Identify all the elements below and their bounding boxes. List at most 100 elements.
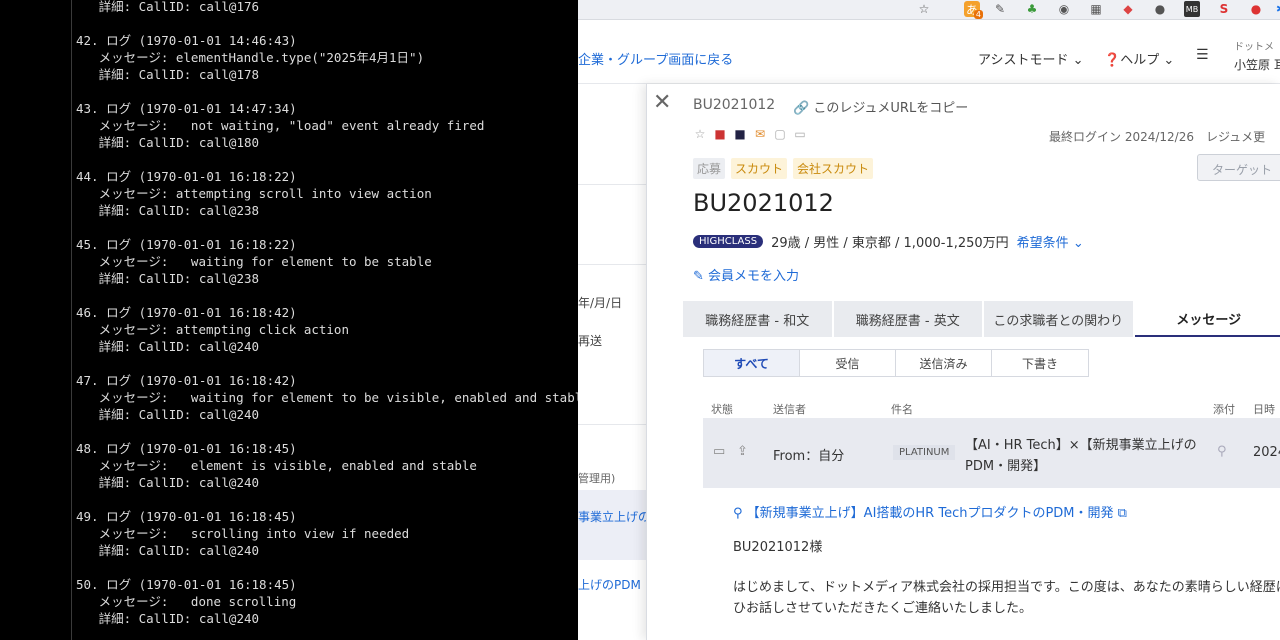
resume-actions: ☆ ■ ■ ✉ ▢ ▭ xyxy=(693,127,807,141)
external-link-icon: ⧉ xyxy=(1117,506,1127,521)
terminal-line: メッセージ: attempting scroll into view actio… xyxy=(76,186,432,201)
camera-icon[interactable]: ◉ xyxy=(1056,1,1072,17)
terminal-line: 詳細: CallID: call@180 xyxy=(76,135,260,150)
extensions-icon[interactable]: ✱ xyxy=(1273,1,1280,17)
pdf-icon[interactable]: ■ xyxy=(713,127,727,141)
background-page: 年/月/日 再送 管理用) 事業立上げの 上げのPDM xyxy=(578,84,650,640)
profile-text: 29歳 / 男性 / 東京都 / 1,000-1,250万円 xyxy=(771,236,1009,251)
mail-icon[interactable]: ✉ xyxy=(753,127,767,141)
message-paragraph: はじめまして、ドットメディア株式会社の採用担当です。この度は、あなたの素晴らしい… xyxy=(733,580,1280,595)
star-icon[interactable]: ☆ xyxy=(693,127,707,141)
terminal-line: 45. ログ (1970-01-01 16:18:22) xyxy=(76,237,297,252)
target-button[interactable]: ターゲット xyxy=(1197,154,1280,181)
browser-toolbar-strip: ☆ あ4 ✎ ♣ ◉ ▦ ◆ ● MB S ● ✱ xyxy=(578,0,1280,20)
divider xyxy=(578,184,646,185)
app-header: 企業・グループ画面に戻る アシストモード ⌄ ❓ヘルプ ⌄ ☰ ドットメ 小笠原… xyxy=(578,20,1280,84)
column-status: 状態 xyxy=(711,403,733,416)
message-sender: From：自分 xyxy=(773,449,845,464)
resume-id: BU2021012 xyxy=(693,97,776,113)
color-icon[interactable]: ◆ xyxy=(1120,1,1136,17)
terminal-line: 43. ログ (1970-01-01 14:47:34) xyxy=(76,101,297,116)
column-date: 日時 xyxy=(1253,403,1275,416)
browser-window[interactable]: ☆ あ4 ✎ ♣ ◉ ▦ ◆ ● MB S ● ✱ 企業・グループ画面に戻る ア… xyxy=(578,0,1280,640)
subtab-all[interactable]: すべて xyxy=(704,350,800,376)
job-link-2[interactable]: 上げのPDM xyxy=(578,576,641,593)
record-icon[interactable]: ● xyxy=(1248,1,1264,17)
chevron-down-icon: ⌄ xyxy=(1072,53,1084,68)
terminal-line: 詳細: CallID: call@238 xyxy=(76,203,260,218)
star-icon[interactable]: ☆ xyxy=(916,1,932,17)
terminal-line: 詳細: CallID: call@240 xyxy=(76,407,260,422)
resume-drawer: ✕ BU2021012 🔗 このレジュメURLをコピー ☆ ■ ■ ✉ ▢ ▭ … xyxy=(646,84,1280,640)
terminal-line: 詳細: CallID: call@238 xyxy=(76,271,260,286)
job-link-1[interactable]: 事業立上げの xyxy=(578,508,650,525)
terminal-line: メッセージ: elementHandle.type("2025年4月1日") xyxy=(76,50,425,65)
last-login: 最終ログイン 2024/12/26 レジュメ更 xyxy=(1049,130,1266,144)
divider xyxy=(578,424,646,425)
subtab-sent[interactable]: 送信済み xyxy=(896,350,992,376)
close-icon[interactable]: ✕ xyxy=(653,92,671,114)
note-icon[interactable]: ▢ xyxy=(773,127,787,141)
status-tags: 応募 スカウト 会社スカウト xyxy=(693,158,874,179)
subtab-drafts[interactable]: 下書き xyxy=(992,350,1088,376)
platinum-badge: PLATINUM xyxy=(893,445,956,460)
tab-relations[interactable]: この求職者との関わり xyxy=(984,301,1133,337)
grid-icon[interactable]: ▦ xyxy=(1088,1,1104,17)
subtab-received[interactable]: 受信 xyxy=(800,350,896,376)
terminal-line: 詳細: CallID: call@178 xyxy=(76,67,260,82)
terminal-line: 46. ログ (1970-01-01 16:18:42) xyxy=(76,305,297,320)
member-memo-link[interactable]: ✎ 会員メモを入力 xyxy=(693,265,799,284)
comment-icon[interactable]: ▭ xyxy=(793,127,807,141)
attachment-link[interactable]: ⚲ 【新規事業立上げ】AI搭載のHR TechプロダクトのPDM・開発 ⧉ xyxy=(733,502,1127,521)
checklist-icon[interactable]: ☰ xyxy=(1196,47,1209,63)
assist-mode-dropdown[interactable]: アシストモード ⌄ xyxy=(978,49,1084,68)
admin-label: 管理用) xyxy=(578,472,616,485)
mb-icon[interactable]: MB xyxy=(1184,1,1200,17)
message-subject-line1[interactable]: 【AI・HR Tech】×【新規事業立上げの xyxy=(965,434,1197,453)
terminal-line: 詳細: CallID: call@240 xyxy=(76,339,260,354)
terminal-window[interactable]: 詳細: CallID: call@176 42. ログ (1970-01-01 1… xyxy=(0,0,578,640)
s-icon[interactable]: S xyxy=(1216,1,1232,17)
terminal-line: 49. ログ (1970-01-01 16:18:45) xyxy=(76,509,297,524)
owl-icon[interactable]: ● xyxy=(1152,1,1168,17)
tab-messages[interactable]: メッセージ xyxy=(1134,301,1280,337)
table-row[interactable]: ▭ ⇪ From：自分 PLATINUM 【AI・HR Tech】×【新規事業立… xyxy=(703,418,1280,488)
terminal-line: メッセージ: not waiting, "load" event already… xyxy=(76,118,485,133)
divider xyxy=(578,264,646,265)
help-dropdown[interactable]: ❓ヘルプ ⌄ xyxy=(1104,49,1174,68)
message-paragraph: ひお話しさせていただきたくご連絡いたしました。 xyxy=(733,601,1033,616)
highclass-badge: HIGHCLASS xyxy=(693,235,764,248)
copy-resume-url-button[interactable]: 🔗 このレジュメURLをコピー xyxy=(793,97,968,116)
document-icon[interactable]: ■ xyxy=(733,127,747,141)
tag-company-scout: 会社スカウト xyxy=(793,158,874,179)
terminal-line: 44. ログ (1970-01-01 16:18:22) xyxy=(76,169,297,184)
edit-icon: ✎ xyxy=(693,269,704,284)
profile-summary: HIGHCLASS 29歳 / 男性 / 東京都 / 1,000-1,250万円… xyxy=(693,232,1084,251)
candidate-id-title: BU2021012 xyxy=(693,189,834,217)
tab-resume-ja[interactable]: 職務経歴書 - 和文 xyxy=(683,301,832,337)
preferences-dropdown[interactable]: 希望条件 ⌄ xyxy=(1017,232,1084,251)
tab-resume-en[interactable]: 職務経歴書 - 英文 xyxy=(833,301,982,337)
terminal-line: メッセージ: element is visible, enabled and s… xyxy=(76,458,477,473)
user-name[interactable]: 小笠原 耳 xyxy=(1234,56,1280,73)
translate-icon[interactable]: あ4 xyxy=(964,1,983,19)
pen-icon[interactable]: ✎ xyxy=(992,1,1008,17)
paperclip-icon: ⚲ xyxy=(1217,444,1227,459)
link-icon: 🔗 xyxy=(793,101,810,116)
terminal-line: メッセージ: waiting for element to be stable xyxy=(76,254,432,269)
highlighted-row xyxy=(578,490,646,560)
back-to-company-link[interactable]: 企業・グループ画面に戻る xyxy=(578,49,733,68)
resend-label: 再送 xyxy=(578,334,603,348)
terminal-line: 詳細: CallID: call@240 xyxy=(76,611,260,626)
chevron-down-icon: ⌄ xyxy=(1072,236,1084,251)
terminal-line: 50. ログ (1970-01-01 16:18:45) xyxy=(76,577,297,592)
resume-tabs: 職務経歴書 - 和文 職務経歴書 - 英文 この求職者との関わり メッセージ xyxy=(683,301,1280,337)
sent-icon: ⇪ xyxy=(737,444,748,459)
terminal-line: 詳細: CallID: call@240 xyxy=(76,543,260,558)
puzzle-icon[interactable]: ♣ xyxy=(1024,1,1040,17)
message-subject-line2[interactable]: PDM・開発】 xyxy=(965,455,1046,474)
